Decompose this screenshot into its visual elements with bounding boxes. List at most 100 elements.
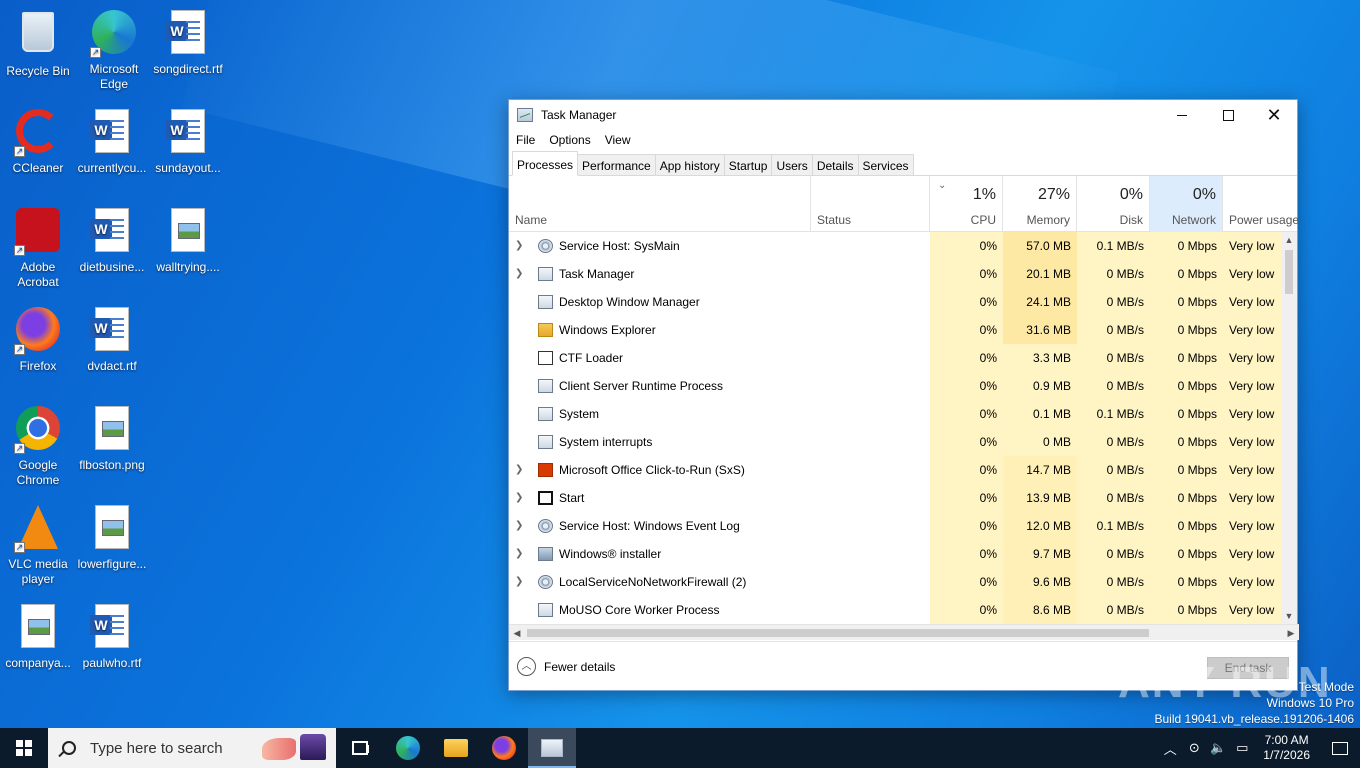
taskbar-edge[interactable]: [384, 728, 432, 768]
menu-file[interactable]: File: [516, 133, 535, 147]
installer-icon: [538, 547, 553, 561]
maximize-button[interactable]: [1205, 100, 1251, 130]
desktop-icon-firefox[interactable]: ↗ Firefox: [0, 305, 76, 374]
meet-now-icon[interactable]: ⊙: [1183, 740, 1205, 756]
tab-processes[interactable]: Processes: [512, 151, 579, 176]
desktop-icon-label: Adobe Acrobat: [17, 260, 59, 289]
table-row[interactable]: ❯ Service Host: SysMain 0% 57.0 MB 0.1 MB/s 0…: [509, 232, 1283, 260]
table-row[interactable]: CTF Loader 0% 3.3 MB 0 MB/s 0 Mbps Very low: [509, 344, 1283, 372]
desktop-icon-ccleaner[interactable]: ↗ CCleaner: [0, 107, 76, 176]
tab-startup[interactable]: Startup: [723, 154, 773, 175]
window-icon: [538, 407, 553, 421]
h-scroll-thumb[interactable]: [527, 629, 1149, 637]
column-network[interactable]: 0% Network: [1150, 176, 1223, 232]
expand-chevron-icon[interactable]: ❯: [515, 484, 529, 512]
column-cpu[interactable]: ⌄ 1% CPU: [930, 176, 1003, 232]
desktop-icon-lowerfigure[interactable]: lowerfigure...: [74, 503, 150, 572]
folder-icon: [538, 323, 553, 337]
table-row[interactable]: System 0% 0.1 MB 0.1 MB/s 0 Mbps Very low: [509, 400, 1283, 428]
column-power-usage[interactable]: Power usage: [1223, 176, 1299, 232]
chevron-up-icon[interactable]: ︿: [1159, 739, 1181, 758]
table-row[interactable]: ❯ Service Host: Windows Event Log 0% 12.0 M…: [509, 512, 1283, 540]
scroll-left-icon[interactable]: ◀: [509, 625, 525, 641]
recycle-icon: [14, 12, 62, 60]
close-button[interactable]: ✕: [1251, 100, 1297, 130]
tab-app-history[interactable]: App history: [654, 154, 725, 175]
fewer-details-button[interactable]: ︿ Fewer details: [517, 657, 615, 676]
process-list[interactable]: ❯ Service Host: SysMain 0% 57.0 MB 0.1 MB/s 0…: [509, 232, 1283, 624]
desktop-icon-google-chrome[interactable]: ↗ Google Chrome: [0, 404, 76, 488]
taskbar-task-manager[interactable]: [528, 728, 576, 768]
column-disk[interactable]: 0% Disk: [1077, 176, 1150, 232]
table-row[interactable]: System interrupts 0% 0 MB 0 MB/s 0 Mbps Very …: [509, 428, 1283, 456]
menu-bar: File Options View: [509, 130, 1297, 150]
desktop-icon-dietbusine[interactable]: dietbusine...: [74, 206, 150, 275]
table-row[interactable]: ❯ Microsoft Office Click-to-Run (SxS) 0% 14…: [509, 456, 1283, 484]
task-manager-window[interactable]: Task Manager ✕ File Options View Process…: [508, 99, 1299, 691]
vertical-scrollbar[interactable]: ▲ ▼: [1281, 232, 1297, 624]
table-row[interactable]: ❯ Start 0% 13.9 MB 0 MB/s 0 Mbps Very low: [509, 484, 1283, 512]
minimize-button[interactable]: [1159, 100, 1205, 130]
clock[interactable]: 7:00 AM 1/7/2026: [1263, 733, 1310, 763]
scroll-up-icon[interactable]: ▲: [1281, 232, 1297, 248]
expand-chevron-icon[interactable]: ❯: [515, 232, 529, 260]
horizontal-scrollbar[interactable]: ◀ ▶: [509, 624, 1299, 640]
desktop-icon-currentlycu[interactable]: currentlycu...: [74, 107, 150, 176]
tab-services[interactable]: Services: [857, 154, 914, 175]
taskbar-file-explorer[interactable]: [432, 728, 480, 768]
network-value: 0 Mbps: [1150, 372, 1223, 400]
network-value: 0 Mbps: [1150, 260, 1223, 288]
shortcut-arrow-icon: ↗: [14, 245, 25, 256]
word-icon: [164, 109, 212, 157]
desktop-icon-adobe-acrobat[interactable]: ↗ Adobe Acrobat: [0, 206, 76, 290]
task-view-button[interactable]: [336, 728, 384, 768]
desktop-icon-paulwho-rtf[interactable]: paulwho.rtf: [74, 602, 150, 671]
table-row[interactable]: Windows Explorer 0% 31.6 MB 0 MB/s 0 Mbps Ver…: [509, 316, 1283, 344]
desktop-icon-recycle-bin[interactable]: Recycle Bin: [0, 8, 76, 79]
column-status[interactable]: Status: [811, 176, 930, 232]
power-usage-value: Very low: [1223, 484, 1283, 512]
scroll-down-icon[interactable]: ▼: [1281, 608, 1297, 624]
expand-chevron-icon[interactable]: ❯: [515, 260, 529, 288]
expand-chevron-icon[interactable]: ❯: [515, 512, 529, 540]
desktop-icon-walltrying[interactable]: walltrying....: [150, 206, 226, 275]
column-memory[interactable]: 27% Memory: [1003, 176, 1077, 232]
table-row[interactable]: MoUSO Core Worker Process 0% 8.6 MB 0 MB/s 0…: [509, 596, 1283, 624]
expand-chevron-icon[interactable]: ❯: [515, 456, 529, 484]
table-row[interactable]: Desktop Window Manager 0% 24.1 MB 0 MB/s 0 M…: [509, 288, 1283, 316]
menu-view[interactable]: View: [605, 133, 631, 147]
table-row[interactable]: ❯ Task Manager 0% 20.1 MB 0 MB/s 0 Mbps Very l…: [509, 260, 1283, 288]
title-bar[interactable]: Task Manager ✕: [509, 100, 1297, 130]
column-headers: Name Status ⌄ 1% CPU 27% Memory 0% Disk …: [509, 176, 1299, 232]
column-name[interactable]: Name: [509, 176, 811, 232]
shortcut-arrow-icon: ↗: [14, 542, 25, 553]
desktop-icon-flboston-png[interactable]: flboston.png: [74, 404, 150, 473]
table-row[interactable]: ❯ Windows® installer 0% 9.7 MB 0 MB/s 0 Mbps V…: [509, 540, 1283, 568]
menu-options[interactable]: Options: [549, 133, 590, 147]
expand-chevron-icon[interactable]: ❯: [515, 540, 529, 568]
desktop-icon-companya[interactable]: companya...: [0, 602, 76, 671]
desktop-icon-songdirect-rtf[interactable]: songdirect.rtf: [150, 8, 226, 77]
desktop-icon-vlc-media-player[interactable]: ↗ VLC media player: [0, 503, 76, 587]
table-row[interactable]: ❯ LocalServiceNoNetworkFirewall (2) 0% 9.6 …: [509, 568, 1283, 596]
memory-value: 0.1 MB: [1003, 400, 1077, 428]
volume-icon[interactable]: 🔈: [1207, 740, 1229, 756]
start-button[interactable]: [0, 728, 48, 768]
process-name: MoUSO Core Worker Process: [559, 603, 720, 617]
table-row[interactable]: Client Server Runtime Process 0% 0.9 MB 0 M…: [509, 372, 1283, 400]
notifications-button[interactable]: [1320, 728, 1360, 768]
scroll-thumb[interactable]: [1285, 250, 1293, 294]
desktop-icon-sundayout[interactable]: sundayout...: [150, 107, 226, 176]
desktop-icon-microsoft-edge[interactable]: ↗ Microsoft Edge: [76, 8, 152, 92]
taskbar-firefox[interactable]: [480, 728, 528, 768]
desktop-icon-dvdact-rtf[interactable]: dvdact.rtf: [74, 305, 150, 374]
scroll-right-icon[interactable]: ▶: [1283, 625, 1299, 641]
cpu-value: 0%: [930, 260, 1003, 288]
tab-performance[interactable]: Performance: [577, 154, 656, 175]
expand-chevron-icon[interactable]: ❯: [515, 568, 529, 596]
power-usage-value: Very low: [1223, 540, 1283, 568]
tab-users[interactable]: Users: [771, 154, 813, 175]
tab-details[interactable]: Details: [811, 154, 859, 175]
taskbar-search[interactable]: Type here to search: [48, 728, 336, 768]
network-icon[interactable]: ▭: [1231, 740, 1253, 756]
